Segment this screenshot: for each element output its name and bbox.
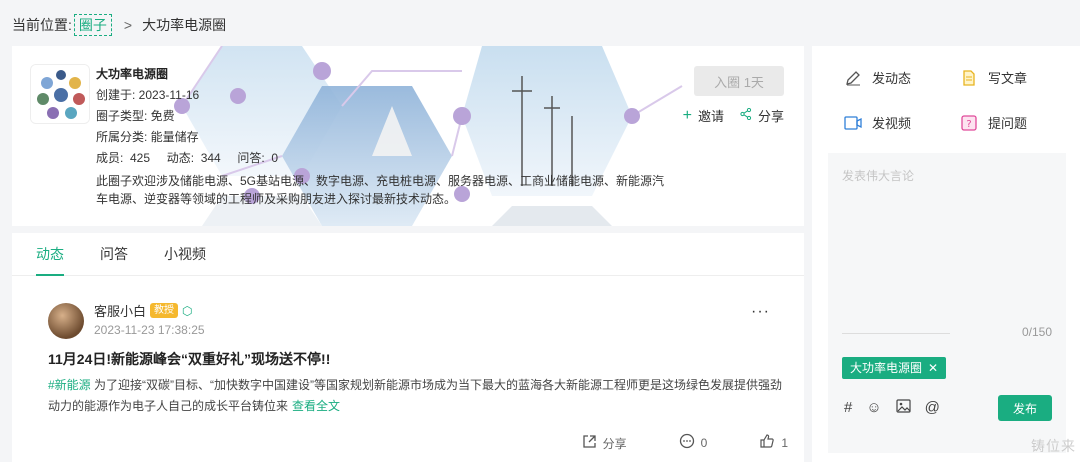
- editor-placeholder: 发表伟大言论: [842, 169, 915, 183]
- circle-description: 此圈子欢迎涉及储能电源、5G基站电源、数字电源、充电桩电源、服务器电源、工商业储…: [96, 174, 665, 206]
- comment-button[interactable]: 0: [679, 433, 708, 453]
- breadcrumb-prefix: 当前位置:: [12, 17, 72, 33]
- ask-question-button[interactable]: ? 提问题: [960, 113, 1027, 132]
- thumbs-up-icon: [759, 433, 775, 453]
- comment-count: 0: [700, 436, 708, 450]
- post-dynamic-button[interactable]: 发动态: [844, 68, 911, 87]
- circle-created: 创建于: 2023-11-16: [96, 88, 200, 102]
- circle-category: 所属分类: 能量储存: [96, 130, 199, 144]
- invite-label: 邀请: [697, 109, 724, 124]
- circle-logo-image: [31, 65, 89, 123]
- plus-icon: +: [682, 106, 692, 124]
- post-video-button[interactable]: 发视频: [844, 113, 911, 132]
- mention-icon[interactable]: @: [925, 399, 940, 417]
- selected-circle-tag[interactable]: 大功率电源圈 ✕: [842, 357, 947, 379]
- avatar[interactable]: [48, 303, 84, 339]
- author-badge: 教授: [150, 303, 179, 318]
- circle-info: 大功率电源圈 创建于: 2023-11-16 圈子类型: 免费 所属分类: 能量…: [96, 64, 278, 169]
- more-options-icon[interactable]: ···: [751, 303, 770, 321]
- emoji-icon[interactable]: ☺: [866, 399, 881, 417]
- breadcrumb-link-circle[interactable]: 圈子: [73, 14, 112, 36]
- post-title[interactable]: 11月24日!新能源峰会“双重好礼”现场送不停!!: [48, 349, 330, 369]
- like-count: 1: [781, 436, 788, 450]
- post-video-label: 发视频: [872, 116, 912, 131]
- circle-title: 大功率电源圈: [96, 67, 169, 81]
- hashtag-icon[interactable]: #: [844, 399, 852, 417]
- share-label: 分享: [757, 109, 784, 124]
- breadcrumb-separator: >: [123, 17, 133, 33]
- editor-toolbar: # ☺ @: [844, 399, 940, 417]
- post-tag[interactable]: #新能源: [48, 378, 91, 392]
- post-editor[interactable]: 发表伟大言论 0/150 大功率电源圈 ✕ # ☺ @ 发布: [828, 153, 1066, 453]
- feed-panel: 动态 问答 小视频 客服小白 教授 ⬡ 2023-11-23 17:38:25 …: [12, 233, 804, 462]
- video-icon: [844, 114, 862, 132]
- write-article-button[interactable]: 写文章: [960, 68, 1027, 87]
- circle-type: 圈子类型: 免费: [96, 109, 175, 123]
- like-button[interactable]: 1: [759, 433, 788, 453]
- share-icon: [740, 107, 752, 123]
- post-author: 客服小白 教授 ⬡: [94, 301, 193, 320]
- post-actions: 分享 0 1: [582, 433, 788, 453]
- circle-header: 大功率电源圈 创建于: 2023-11-16 圈子类型: 免费 所属分类: 能量…: [12, 46, 804, 226]
- ask-question-label: 提问题: [988, 116, 1028, 131]
- document-icon: [960, 69, 978, 87]
- image-icon[interactable]: [896, 399, 911, 417]
- tab-short-video[interactable]: 小视频: [152, 233, 218, 275]
- publish-button[interactable]: 发布: [998, 395, 1052, 421]
- breadcrumb: 当前位置: 圈子 > 大功率电源圈: [12, 14, 226, 36]
- editor-divider: [842, 333, 950, 334]
- read-more-link[interactable]: 查看全文: [292, 399, 340, 413]
- post-body-text: 为了迎接“双碳”目标、“加快数字中国建设”等国家规划新能源市场成为当下最大的蓝海…: [48, 378, 783, 413]
- post-share-label: 分享: [602, 436, 627, 451]
- question-icon: ?: [960, 114, 978, 132]
- post-body: #新能源 为了迎接“双碳”目标、“加快数字中国建设”等国家规划新能源市场成为当下…: [48, 375, 788, 417]
- close-icon[interactable]: ✕: [928, 357, 938, 379]
- circle-tag-label: 大功率电源圈: [850, 361, 923, 375]
- post-time: 2023-11-23 17:38:25: [94, 323, 205, 337]
- character-counter: 0/150: [1021, 325, 1052, 339]
- post-share-button[interactable]: 分享: [582, 434, 627, 453]
- verified-icon: ⬡: [182, 303, 193, 318]
- join-circle-button[interactable]: 入圈 1天: [694, 66, 784, 96]
- tab-qa[interactable]: 问答: [88, 233, 140, 275]
- svg-text:?: ?: [966, 119, 971, 130]
- breadcrumb-current: 大功率电源圈: [142, 17, 227, 33]
- circle-stats: 成员: 425 动态: 344 问答: 0: [96, 151, 279, 165]
- tab-dynamic[interactable]: 动态: [36, 233, 76, 276]
- feed-tabs: 动态 问答 小视频: [12, 233, 804, 276]
- circle-actions: + 邀请 分享: [683, 106, 784, 125]
- pencil-icon: [844, 69, 862, 87]
- external-share-icon: [582, 434, 597, 453]
- write-article-label: 写文章: [988, 71, 1028, 86]
- comment-icon: [679, 433, 695, 453]
- invite-button[interactable]: + 邀请: [683, 106, 724, 125]
- post-dynamic-label: 发动态: [872, 71, 912, 86]
- circle-logo: [30, 64, 90, 124]
- author-name[interactable]: 客服小白: [94, 301, 146, 320]
- watermark: 铸位来: [1031, 438, 1076, 454]
- publish-panel: 发动态 写文章 发视频 ? 提问题 发表伟大言论 0/150 大功率电源圈 ✕ …: [812, 46, 1080, 462]
- share-button[interactable]: 分享: [740, 106, 784, 125]
